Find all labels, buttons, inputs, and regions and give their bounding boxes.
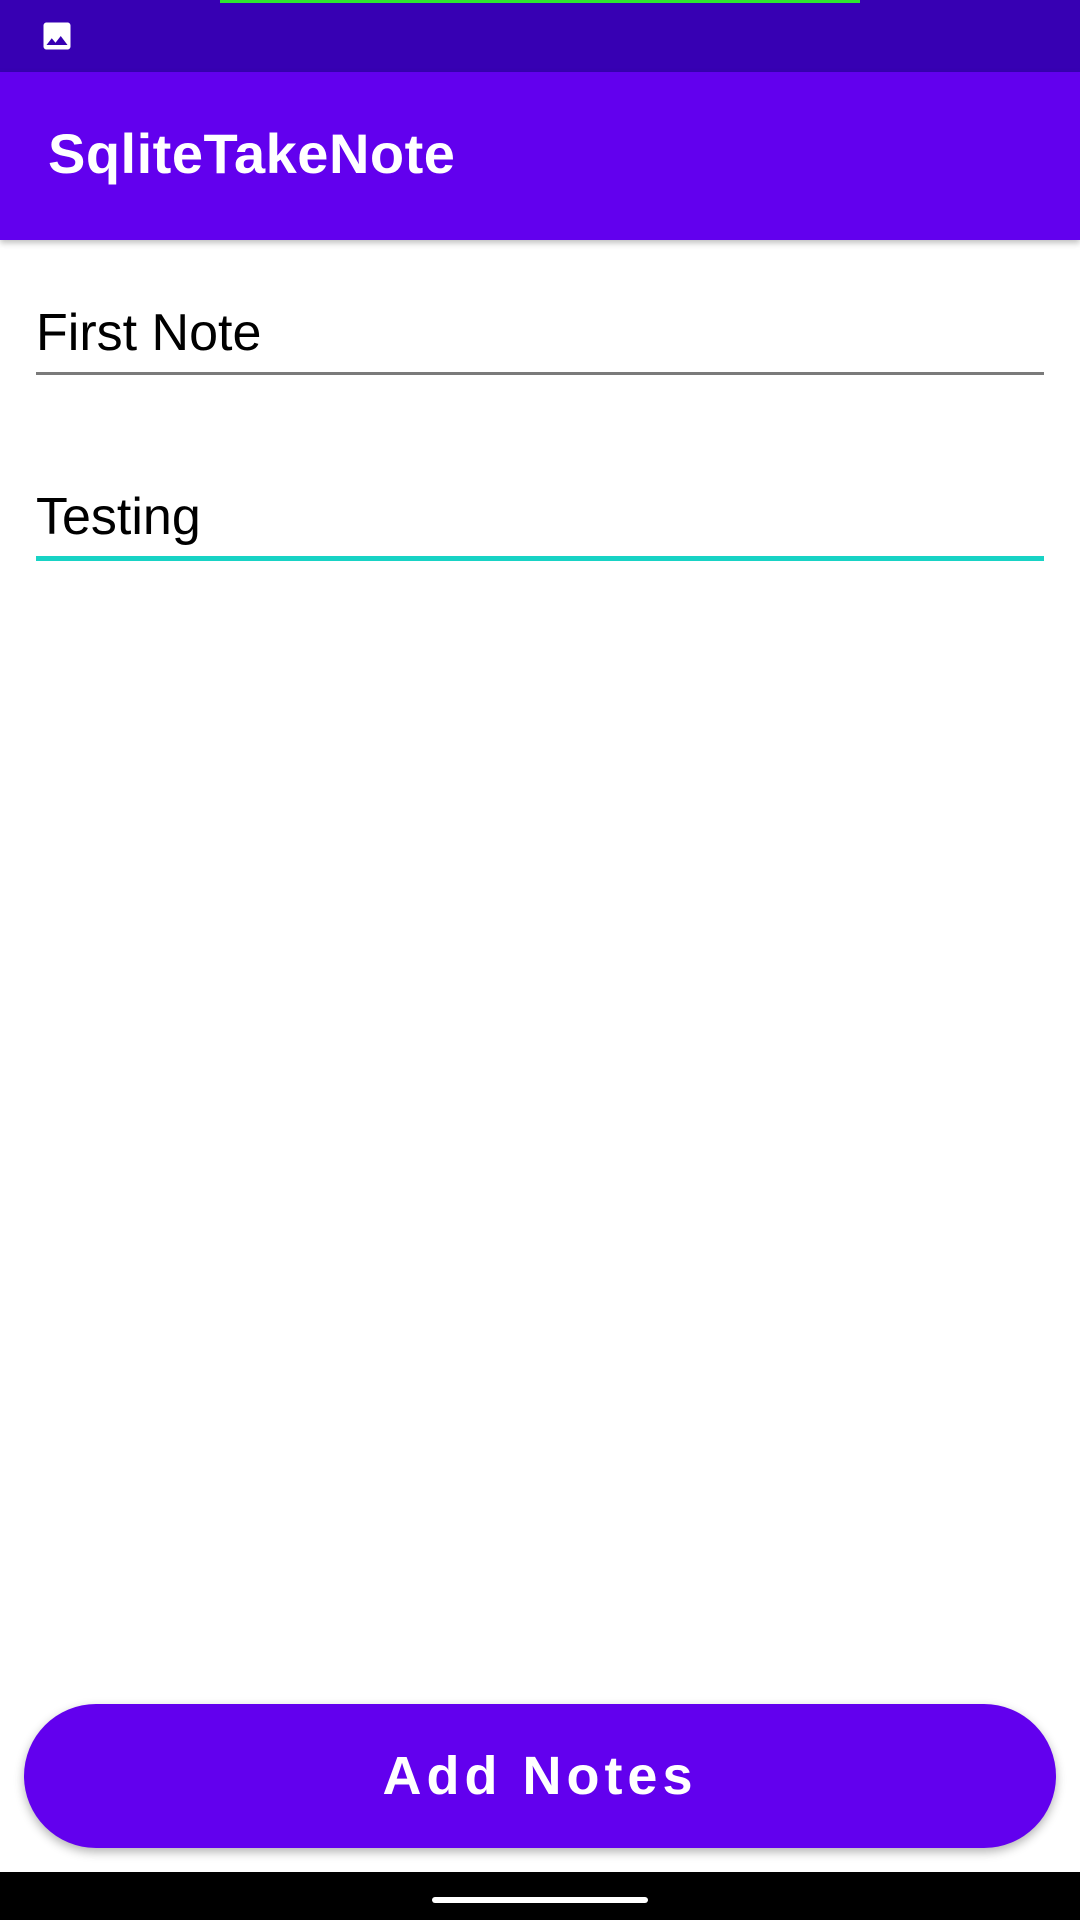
- add-notes-button[interactable]: Add Notes: [24, 1704, 1056, 1848]
- note-body-field[interactable]: [36, 486, 1044, 561]
- image-icon: [39, 18, 75, 54]
- note-title-field[interactable]: [36, 302, 1044, 375]
- app-title: SqliteTakeNote: [48, 122, 456, 185]
- note-title-underline: [36, 372, 1044, 375]
- navigation-bar: [0, 1872, 1080, 1920]
- app-bar: SqliteTakeNote: [0, 72, 1080, 240]
- note-body-underline: [36, 556, 1044, 561]
- status-bar: [0, 0, 1080, 72]
- note-title-input[interactable]: [36, 302, 1044, 364]
- note-body-input[interactable]: [36, 486, 1044, 548]
- home-gesture-handle[interactable]: [432, 1897, 648, 1903]
- app-screen: SqliteTakeNote Add Notes: [0, 0, 1080, 1920]
- status-progress-line: [220, 0, 860, 3]
